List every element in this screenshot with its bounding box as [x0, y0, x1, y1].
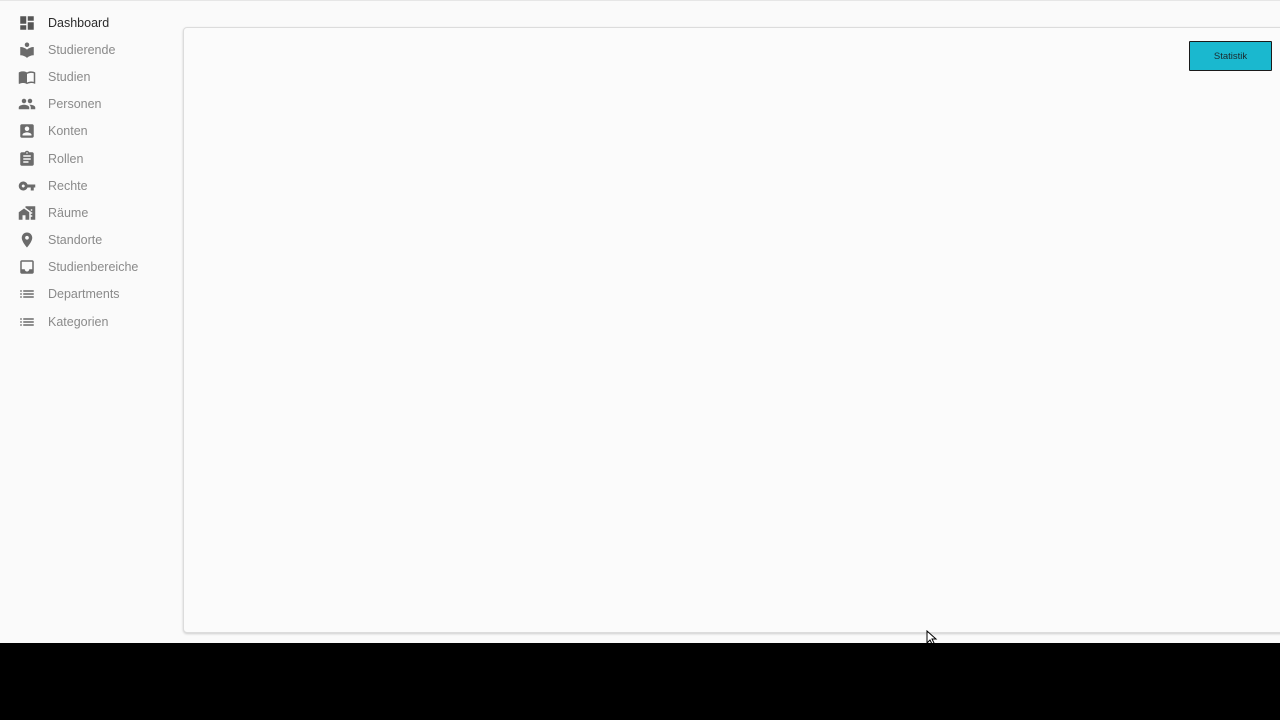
sidebar-item-label: Räume [48, 205, 89, 220]
sidebar-item-standorte[interactable]: Standorte [0, 227, 180, 254]
sidebar-item-personen[interactable]: Personen [0, 91, 180, 118]
location-pin-icon [18, 231, 36, 249]
statistik-button[interactable]: Statistik [1189, 41, 1272, 71]
clipboard-icon [18, 150, 36, 168]
dashboard-icon [18, 14, 36, 32]
people-icon [18, 95, 36, 113]
student-icon [18, 41, 36, 59]
sidebar-item-label: Personen [48, 97, 102, 112]
app-window: Dashboard Studierende Studien Personen K [0, 0, 1280, 646]
sidebar-item-label: Departments [48, 287, 120, 302]
sidebar-nav: Dashboard Studierende Studien Personen K [0, 9, 180, 335]
sidebar-item-label: Rechte [48, 178, 88, 193]
sidebar-item-konten[interactable]: Konten [0, 118, 180, 145]
book-icon [18, 68, 36, 86]
main-content-panel: Statistik [183, 27, 1280, 633]
list-icon [18, 285, 36, 303]
sidebar-item-label: Rollen [48, 151, 84, 166]
sidebar-item-departments[interactable]: Departments [0, 281, 180, 308]
building-icon [18, 204, 36, 222]
sidebar-item-label: Konten [48, 124, 88, 139]
sidebar-item-studienbereiche[interactable]: Studienbereiche [0, 254, 180, 281]
key-icon [18, 177, 36, 195]
account-box-icon [18, 122, 36, 140]
list-icon [18, 313, 36, 331]
sidebar-item-rechte[interactable]: Rechte [0, 172, 180, 199]
sidebar-item-label: Studien [48, 69, 91, 84]
sidebar-item-rollen[interactable]: Rollen [0, 145, 180, 172]
sidebar-item-raeume[interactable]: Räume [0, 199, 180, 226]
sidebar-item-label: Kategorien [48, 314, 109, 329]
sidebar-item-studien[interactable]: Studien [0, 63, 180, 90]
sidebar-item-label: Studienbereiche [48, 260, 139, 275]
sidebar-item-label: Studierende [48, 42, 116, 57]
sidebar-item-studierende[interactable]: Studierende [0, 36, 180, 63]
sidebar-item-kategorien[interactable]: Kategorien [0, 308, 180, 335]
sidebar-item-label: Standorte [48, 233, 103, 248]
sidebar-item-dashboard[interactable]: Dashboard [0, 9, 180, 36]
bottom-black-bar [0, 643, 1280, 720]
sidebar-item-label: Dashboard [48, 15, 110, 30]
inbox-icon [18, 258, 36, 276]
